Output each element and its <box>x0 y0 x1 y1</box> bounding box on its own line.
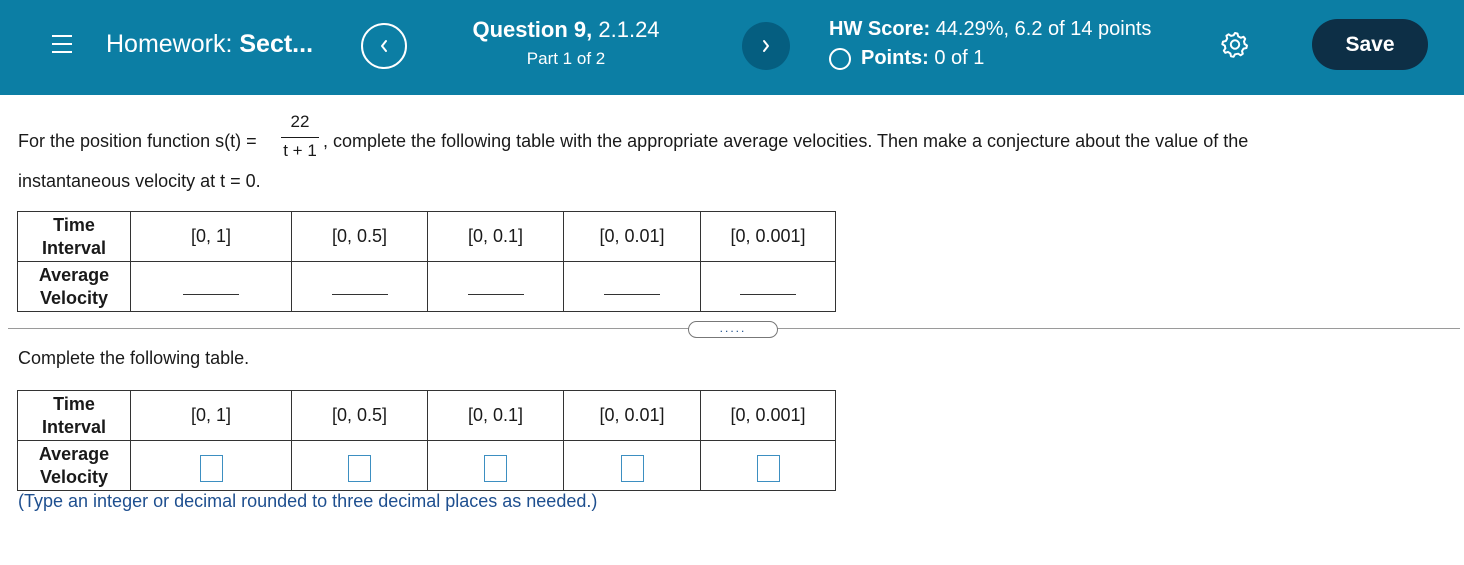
average-velocity-header: Average Velocity <box>17 261 131 312</box>
expand-button[interactable]: ..... <box>688 321 778 338</box>
question-part: Part 1 of 2 <box>526 49 606 68</box>
interval-cell: [0, 0.01] <box>563 211 701 262</box>
answer-input-4[interactable] <box>620 454 644 482</box>
prompt-line2: instantaneous velocity at t = 0. <box>18 171 261 191</box>
question-label: Question 9, <box>472 17 593 42</box>
fraction-numerator: 22 <box>290 112 310 131</box>
velocity-table-answer: Time Interval [0, 1] [0, 0.5] [0, 0.1] [0… <box>17 390 836 491</box>
answer-hint: (Type an integer or decimal rounded to t… <box>18 491 598 511</box>
fraction-denominator: t + 1 <box>283 141 317 160</box>
question-info: Question 9, 2.1.24 Part 1 of 2 <box>455 17 677 69</box>
points-value: 0 of 1 <box>934 47 985 69</box>
interval-cell: [0, 0.5] <box>291 211 428 262</box>
instruction-text: Complete the following table. <box>18 348 250 368</box>
velocity-table-display: Time Interval [0, 1] [0, 0.5] [0, 0.1] [0… <box>17 211 836 312</box>
time-interval-header: Time Interval <box>17 390 131 441</box>
blank-cell <box>130 261 292 312</box>
question-id: 2.1.24 <box>598 17 660 42</box>
answer-input-1[interactable] <box>199 454 223 482</box>
prompt-after: , complete the following table with the … <box>323 131 1249 151</box>
blank-cell <box>700 261 836 312</box>
chevron-right-icon <box>763 40 769 52</box>
gear-icon[interactable] <box>1221 30 1249 58</box>
answer-cell <box>130 440 292 491</box>
prompt-before: For the position function s(t) = <box>18 131 257 151</box>
interval-cell: [0, 0.1] <box>427 390 564 441</box>
blank-cell <box>291 261 428 312</box>
fraction: 22 t + 1 <box>281 112 319 161</box>
score-info: HW Score: 44.29%, 6.2 of 14 points Point… <box>829 18 1151 70</box>
score-label: HW Score: <box>829 18 931 40</box>
answer-cell <box>427 440 564 491</box>
blank-cell <box>563 261 701 312</box>
answer-input-3[interactable] <box>484 454 507 482</box>
points-label: Points: <box>861 47 929 69</box>
answer-input-5[interactable] <box>756 454 780 482</box>
homework-title: Homework: Sect... <box>106 30 313 59</box>
top-bar: Homework: Sect... Question 9, 2.1.24 Par… <box>0 0 1464 95</box>
answer-input-2[interactable] <box>348 454 371 482</box>
homework-label: Homework: <box>106 30 233 58</box>
interval-cell: [0, 0.001] <box>700 390 836 441</box>
interval-cell: [0, 0.1] <box>427 211 564 262</box>
next-question-button[interactable] <box>742 22 790 70</box>
interval-cell: [0, 0.01] <box>563 390 701 441</box>
answer-cell <box>563 440 701 491</box>
interval-cell: [0, 0.001] <box>700 211 836 262</box>
interval-cell: [0, 0.5] <box>291 390 428 441</box>
interval-cell: [0, 1] <box>130 211 292 262</box>
homework-name: Sect... <box>239 30 314 58</box>
circle-icon <box>829 47 851 70</box>
answer-cell <box>700 440 836 491</box>
menu-icon[interactable] <box>52 35 72 53</box>
interval-cell: [0, 1] <box>130 390 292 441</box>
answer-cell <box>291 440 428 491</box>
score-value: 44.29%, 6.2 of 14 points <box>935 18 1152 40</box>
previous-question-button[interactable] <box>361 23 407 69</box>
save-button[interactable]: Save <box>1312 19 1428 70</box>
chevron-left-icon <box>381 40 387 52</box>
blank-cell <box>427 261 564 312</box>
average-velocity-header: Average Velocity <box>17 440 131 491</box>
time-interval-header: Time Interval <box>17 211 131 262</box>
